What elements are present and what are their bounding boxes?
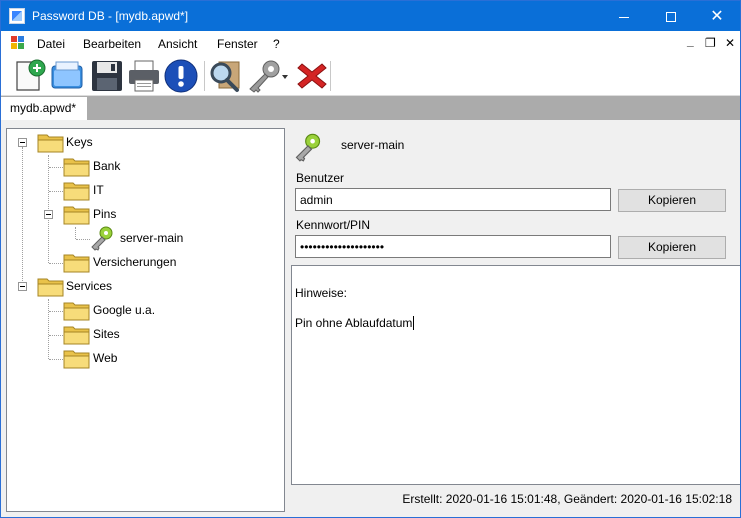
timestamp-status: Erstellt: 2020-01-16 15:01:48, Geändert:…	[402, 492, 732, 506]
tree-node-bank[interactable]: Bank	[7, 155, 277, 177]
menu-ansicht[interactable]: Ansicht	[158, 37, 197, 51]
category-tree[interactable]: Keys Bank IT Pins server-main Versicheru…	[6, 128, 285, 512]
tree-label: Pins	[93, 207, 117, 221]
folder-icon	[63, 326, 90, 345]
tree-node-google[interactable]: Google u.a.	[7, 299, 277, 321]
tree-node-it[interactable]: IT	[7, 179, 277, 201]
notes-text: Pin ohne Ablaufdatum	[295, 316, 415, 330]
save-button[interactable]	[89, 58, 125, 94]
collapse-toggle[interactable]	[18, 282, 27, 291]
menu-fenster[interactable]: Fenster	[217, 37, 258, 51]
document-menu-icon[interactable]	[11, 36, 25, 50]
collapse-toggle[interactable]	[18, 138, 27, 147]
key-icon	[249, 60, 288, 93]
delete-icon	[297, 63, 327, 89]
folder-icon	[63, 350, 90, 369]
open-folder-icon	[51, 61, 83, 89]
application-window: Password DB - [mydb.apwd*] ✕ Datei Bearb…	[0, 0, 741, 518]
info-button[interactable]	[163, 58, 199, 94]
print-button[interactable]	[126, 58, 162, 94]
menu-bearbeiten[interactable]: Bearbeiten	[83, 37, 141, 51]
search-icon	[210, 61, 240, 92]
new-entry-icon	[16, 59, 46, 91]
text-caret	[413, 316, 415, 330]
user-label: Benutzer	[296, 171, 345, 185]
minimize-button[interactable]	[601, 1, 647, 31]
print-icon	[129, 60, 159, 92]
folder-icon	[63, 158, 90, 177]
document-tab-strip: mydb.apwd*	[1, 96, 740, 120]
tree-label: Keys	[66, 135, 93, 149]
search-button[interactable]	[207, 58, 243, 94]
tree-node-pins[interactable]: Pins	[7, 203, 277, 225]
folder-icon	[63, 302, 90, 321]
tab-mydb[interactable]: mydb.apwd*	[1, 97, 87, 120]
folder-icon	[63, 254, 90, 273]
copy-user-button[interactable]: Kopieren	[618, 189, 726, 212]
notes-content: Pin ohne Ablaufdatum	[295, 316, 413, 330]
password-field[interactable]: ••••••••••••••••••••	[295, 235, 611, 258]
folder-icon	[37, 278, 64, 297]
key-icon	[91, 226, 113, 251]
window-title: Password DB - [mydb.apwd*]	[32, 9, 189, 23]
delete-button[interactable]	[294, 58, 330, 94]
entry-detail-panel: server-main Benutzer admin Kopieren Kenn…	[289, 128, 740, 512]
menu-bar: Datei Bearbeiten Ansicht Fenster ? _ ❐ ✕	[1, 31, 740, 55]
notes-area[interactable]: Hinweise: Pin ohne Ablaufdatum	[291, 265, 740, 485]
tree-node-services[interactable]: Services	[7, 275, 277, 297]
maximize-button[interactable]	[648, 1, 694, 31]
password-label: Kennwort/PIN	[296, 218, 371, 232]
tree-label: Bank	[93, 159, 121, 173]
user-field[interactable]: admin	[295, 188, 611, 211]
mdi-restore-icon[interactable]: ❐	[705, 36, 716, 50]
close-button[interactable]: ✕	[694, 1, 740, 31]
tree-node-server-main[interactable]: server-main	[7, 226, 277, 251]
save-icon	[92, 61, 122, 91]
tree-label: Services	[66, 279, 113, 293]
app-icon	[9, 8, 25, 24]
new-entry-button[interactable]	[11, 58, 47, 94]
tree-label: Sites	[93, 327, 120, 341]
folder-icon	[63, 206, 90, 225]
toolbar-separator	[204, 61, 205, 91]
tree-node-versicherungen[interactable]: Versicherungen	[7, 251, 277, 273]
mdi-close-icon[interactable]: ✕	[725, 36, 735, 50]
title-bar[interactable]: Password DB - [mydb.apwd*] ✕	[1, 1, 740, 31]
close-icon: ✕	[710, 8, 724, 25]
tree-node-keys[interactable]: Keys	[7, 131, 277, 153]
folder-icon	[37, 134, 64, 153]
tree-label: IT	[93, 183, 104, 197]
mdi-minimize-icon[interactable]: _	[687, 34, 694, 48]
copy-password-button[interactable]: Kopieren	[618, 236, 726, 259]
tree-label: Google u.a.	[93, 303, 156, 317]
toolbar	[1, 55, 740, 96]
collapse-toggle[interactable]	[44, 210, 53, 219]
folder-icon	[63, 182, 90, 201]
toolbar-separator	[330, 61, 331, 91]
menu-help[interactable]: ?	[273, 37, 280, 51]
tree-label: server-main	[120, 231, 184, 245]
menu-datei[interactable]: Datei	[37, 37, 65, 51]
key-dropdown-button[interactable]	[246, 58, 290, 94]
info-icon	[164, 59, 198, 93]
tree-label: Web	[93, 351, 118, 365]
open-button[interactable]	[50, 58, 86, 94]
notes-label: Hinweise:	[295, 286, 348, 300]
key-icon	[295, 133, 321, 162]
tree-label: Versicherungen	[93, 255, 177, 269]
maximize-icon	[666, 12, 676, 23]
tree-node-sites[interactable]: Sites	[7, 323, 277, 345]
minimize-icon	[619, 16, 629, 18]
tree-node-web[interactable]: Web	[7, 347, 277, 369]
entry-title: server-main	[341, 138, 405, 152]
